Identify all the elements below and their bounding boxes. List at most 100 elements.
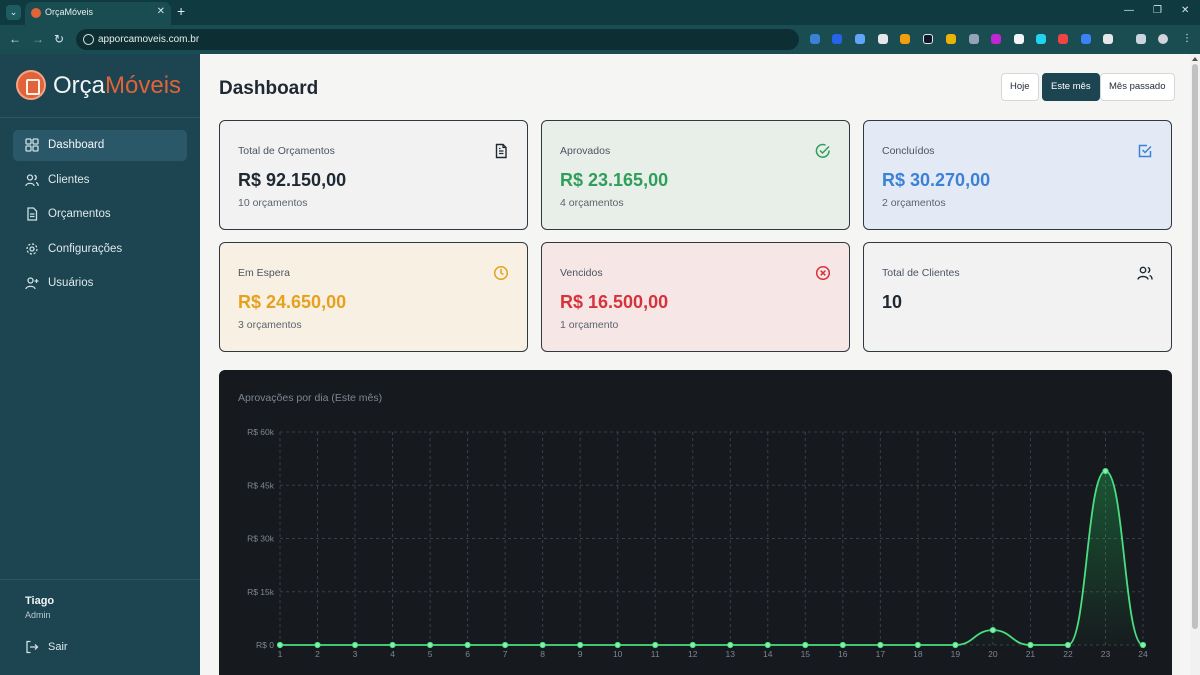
sidebar-item-usuarios[interactable]: Usuários <box>13 268 187 299</box>
card-value: R$ 16.500,00 <box>560 292 669 312</box>
x-tick-label: 1 <box>278 649 283 659</box>
extensions-puzzle-icon[interactable] <box>1103 34 1113 44</box>
reading-list-icon[interactable] <box>1136 34 1146 44</box>
sidebar-item-label: Clientes <box>48 173 90 186</box>
data-point <box>652 641 659 649</box>
sidebar-item-configuracoes[interactable]: Configurações <box>13 234 187 265</box>
scrollbar-thumb[interactable] <box>1192 64 1198 629</box>
check-square-icon <box>1138 144 1152 158</box>
reload-icon[interactable]: ↻ <box>54 32 64 46</box>
data-point <box>314 641 321 649</box>
approvals-line-chart: R$ 0R$ 15kR$ 30kR$ 45kR$ 60k1 2 3 4 5 6 7 8 9 10 1… <box>247 427 1148 659</box>
tab-search-button[interactable]: ⌄ <box>6 5 21 20</box>
x-tick-label: 19 <box>951 649 961 659</box>
extension-icon[interactable] <box>810 34 820 44</box>
browser-menu-icon[interactable]: ⋮ <box>1182 34 1192 44</box>
card-value: R$ 92.150,00 <box>238 170 347 190</box>
back-icon[interactable]: ← <box>9 32 21 46</box>
data-point <box>426 641 434 649</box>
sidebar-item-clientes[interactable]: Clientes <box>13 165 187 196</box>
maximize-icon[interactable]: ❐ <box>1153 5 1162 16</box>
extension-icon[interactable] <box>832 34 842 44</box>
data-point <box>539 641 546 649</box>
sidebar-item-orcamentos[interactable]: Orçamentos <box>13 199 187 230</box>
logout-button[interactable]: Sair <box>25 640 68 659</box>
card-label: Aprovados <box>560 145 611 157</box>
forward-icon[interactable]: → <box>32 32 44 46</box>
sidebar-item-dashboard[interactable]: Dashboard <box>13 130 187 161</box>
logo-text-orca: Orça <box>53 72 106 99</box>
new-tab-icon[interactable]: + <box>177 3 185 19</box>
x-tick-label: 14 <box>763 649 773 659</box>
extension-icon[interactable] <box>855 34 865 44</box>
x-tick-label: 3 <box>353 649 358 659</box>
data-point <box>1027 641 1034 649</box>
card-subtext: 2 orçamentos <box>882 197 946 209</box>
x-tick-label: 6 <box>465 649 470 659</box>
x-tick-label: 20 <box>988 649 998 659</box>
card-label: Concluídos <box>882 145 935 157</box>
card-label: Total de Clientes <box>882 267 960 279</box>
card-value: R$ 23.165,00 <box>560 170 669 190</box>
extension-icon[interactable] <box>1058 34 1068 44</box>
y-tick-label: R$ 45k <box>247 480 275 490</box>
extension-icon[interactable] <box>1081 34 1091 44</box>
x-tick-label: 11 <box>651 649 660 659</box>
clock-icon <box>493 265 509 281</box>
site-info-icon[interactable] <box>83 34 94 45</box>
y-tick-label: R$ 15k <box>247 587 275 597</box>
extension-icon[interactable] <box>1036 34 1046 44</box>
extension-icon[interactable] <box>900 34 910 44</box>
scroll-up-icon[interactable] <box>1192 57 1198 61</box>
sidebar-item-label: Usuários <box>48 277 94 289</box>
x-tick-label: 9 <box>578 649 583 659</box>
user-role: Admin <box>25 610 51 620</box>
data-point <box>502 641 509 649</box>
x-tick-label: 10 <box>613 649 623 659</box>
period-button-hoje[interactable]: Hoje <box>1001 73 1039 101</box>
data-point <box>577 641 584 649</box>
minimize-icon[interactable]: — <box>1124 5 1134 16</box>
dashboard-icon <box>25 138 39 152</box>
extension-icon[interactable] <box>878 34 888 44</box>
page-scrollbar[interactable] <box>1190 54 1200 675</box>
series-area <box>280 471 1143 645</box>
gear-icon <box>26 242 38 255</box>
browser-tab[interactable]: OrçaMóveis ✕ <box>25 2 171 25</box>
x-tick-label: 4 <box>390 649 395 659</box>
data-point <box>952 641 959 649</box>
sidebar-item-label: Orçamentos <box>48 208 111 220</box>
sidebar: OrçaMóveis Dashboard Clientes Orçamentos… <box>0 54 200 675</box>
close-tab-icon[interactable]: ✕ <box>157 6 165 17</box>
stat-card-em-espera: Em Espera R$ 24.650,00 3 orçamentos <box>219 242 528 352</box>
extension-icon[interactable] <box>1014 34 1024 44</box>
x-tick-label: 15 <box>801 649 811 659</box>
card-label: Vencidos <box>560 267 603 279</box>
profile-avatar-icon[interactable] <box>1158 34 1168 44</box>
x-tick-label: 2 <box>315 649 320 659</box>
data-point <box>276 641 284 649</box>
users-icon <box>25 173 39 186</box>
logout-label: Sair <box>48 641 68 653</box>
card-value: 10 <box>882 292 903 312</box>
check-circle-icon <box>815 143 830 158</box>
stat-card-total-orcamentos: Total de Orçamentos R$ 92.150,00 10 orça… <box>219 120 528 230</box>
extension-icon[interactable] <box>923 34 933 44</box>
x-tick-label: 21 <box>1026 649 1036 659</box>
address-bar[interactable]: apporcamoveis.com.br <box>76 29 799 50</box>
x-tick-label: 23 <box>1101 649 1111 659</box>
extension-icon[interactable] <box>991 34 1001 44</box>
data-point <box>914 641 921 649</box>
data-point <box>1139 641 1147 649</box>
period-button-mes-passado[interactable]: Mês passado <box>1100 73 1175 101</box>
card-subtext: 10 orçamentos <box>238 197 308 209</box>
close-window-icon[interactable]: ✕ <box>1181 5 1189 16</box>
data-point <box>389 641 396 649</box>
extension-icon[interactable] <box>969 34 979 44</box>
stat-card-concluidos: Concluídos R$ 30.270,00 2 orçamentos <box>863 120 1172 230</box>
period-button-este-mes[interactable]: Este mês <box>1042 73 1100 101</box>
card-subtext: 4 orçamentos <box>560 197 624 209</box>
sidebar-nav: Dashboard Clientes Orçamentos Configuraç… <box>13 130 187 303</box>
data-point <box>1102 467 1109 475</box>
extension-icon[interactable] <box>946 34 956 44</box>
